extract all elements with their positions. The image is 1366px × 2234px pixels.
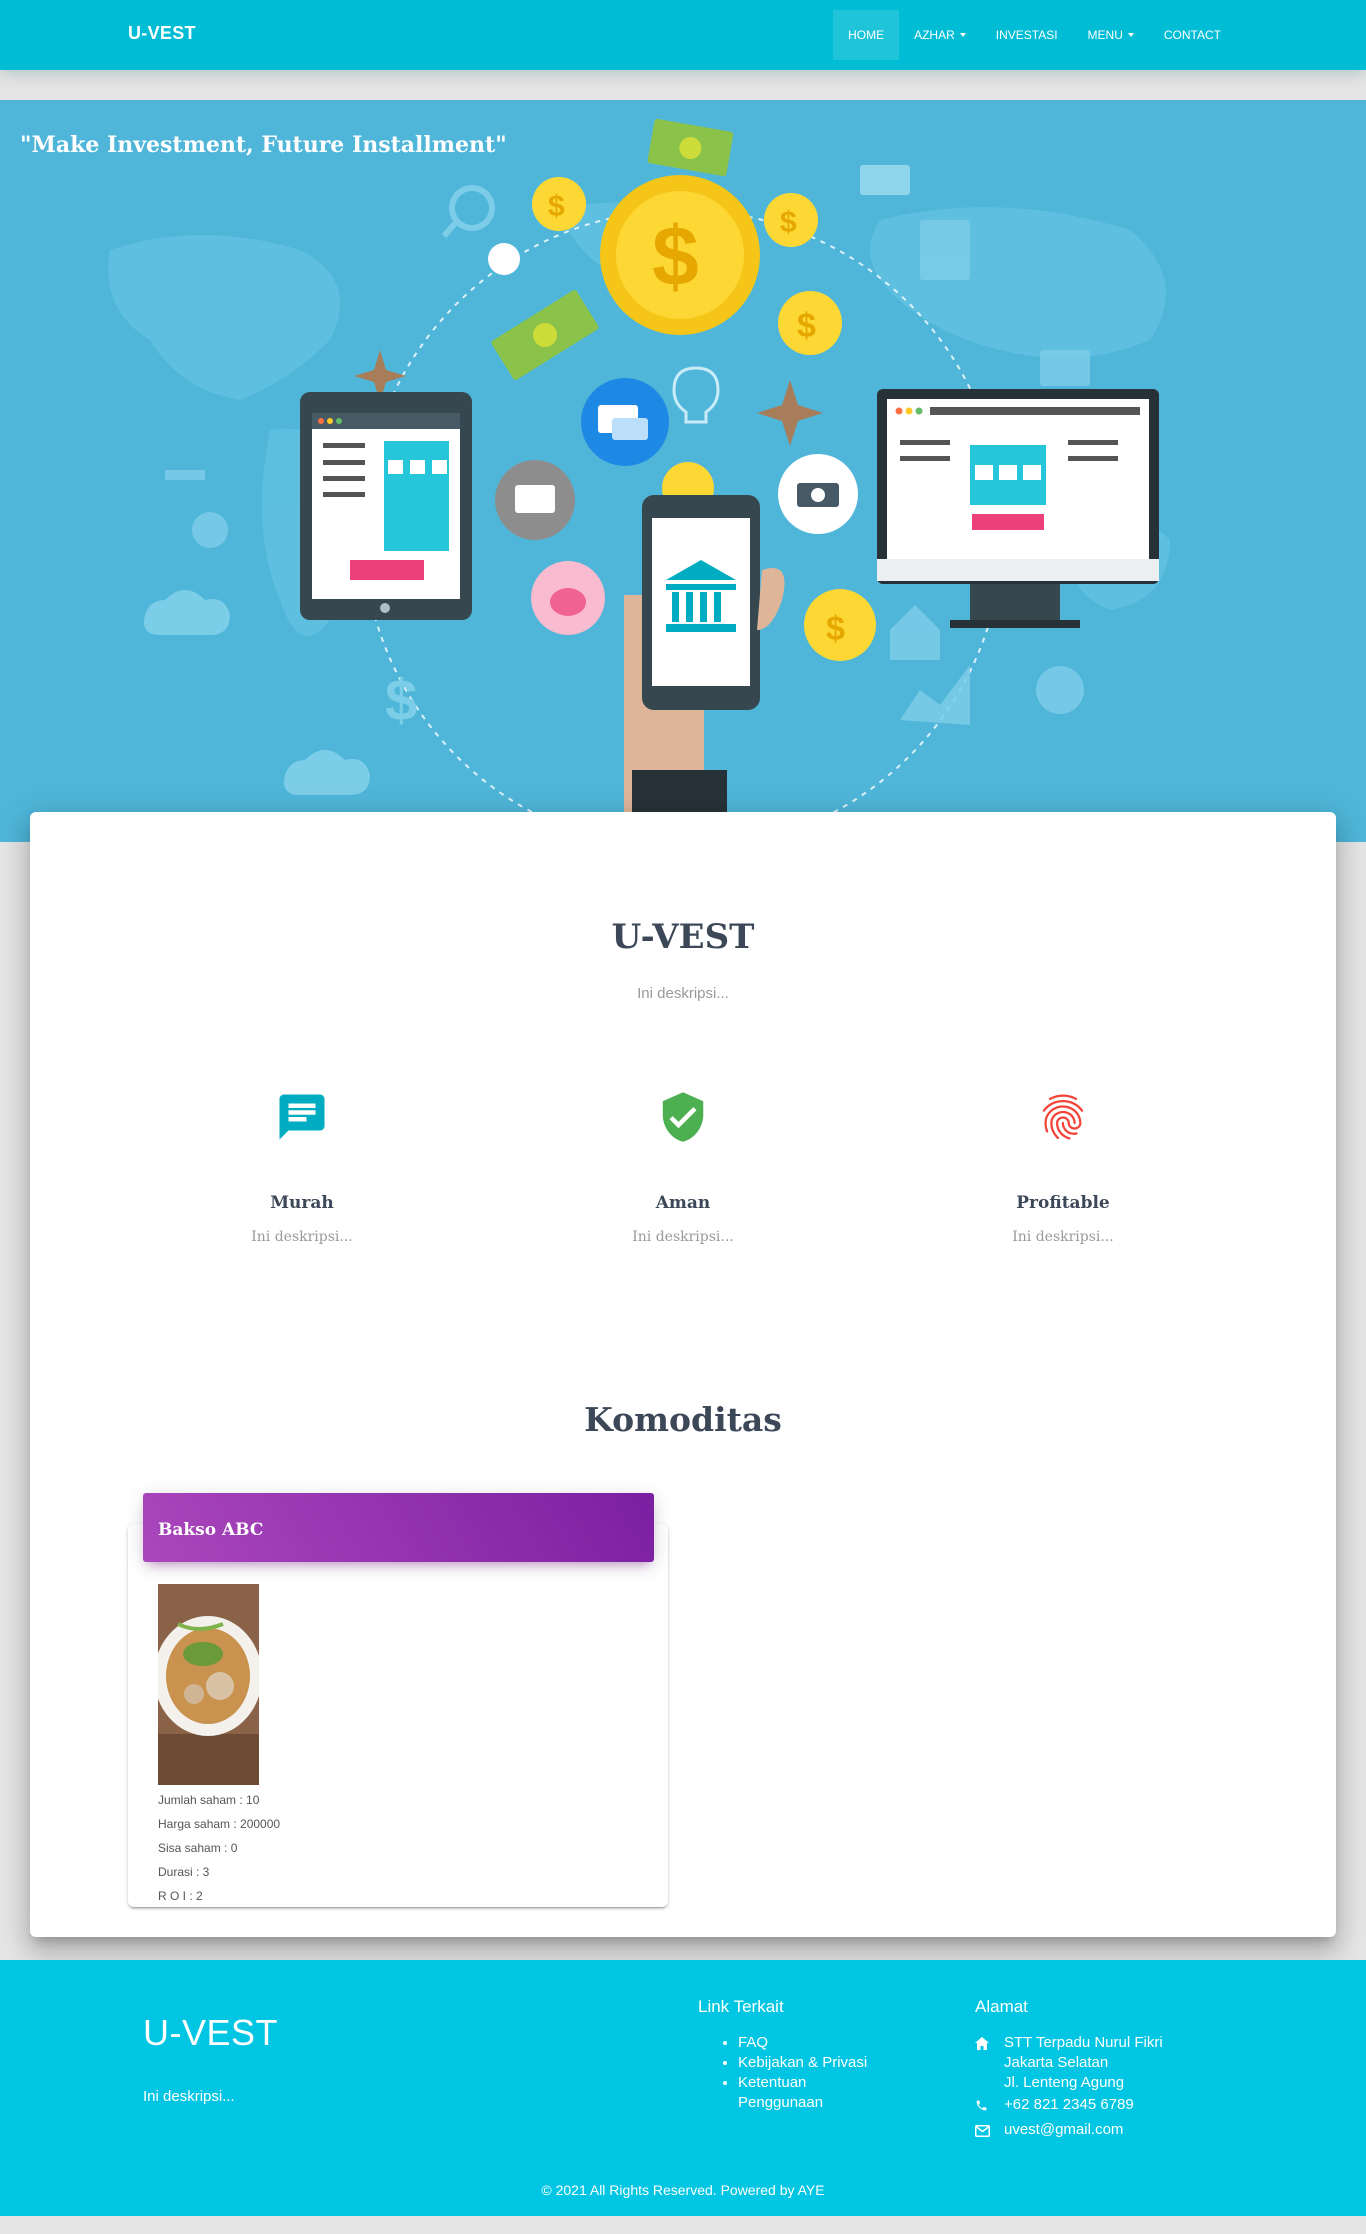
chat-icon (272, 1087, 332, 1147)
product-detail-durasi: Durasi : 3 (158, 1865, 210, 1879)
caret-down-icon (1127, 33, 1134, 37)
hero-banner: "Make Investment, Future Installment" $ (0, 100, 1366, 842)
product-detail-roi: R O I : 2 (158, 1889, 203, 1903)
footer-address: STT Terpadu Nurul Fikri Jakarta Selatan … (975, 2033, 1163, 2143)
nav-item-home[interactable]: HOME (833, 10, 900, 60)
feature-profitable: Profitable Ini deskripsi... (933, 1087, 1193, 1245)
feature-aman: Aman Ini deskripsi... (553, 1087, 813, 1245)
svg-text:$: $ (780, 206, 797, 239)
address-line: Jakarta Selatan (1004, 2054, 1109, 2071)
footer-brand: U-VEST (143, 2012, 279, 2053)
footer-email[interactable]: uvest@gmail.com (1004, 2120, 1123, 2143)
address-line: STT Terpadu Nurul Fikri (1004, 2034, 1163, 2051)
svg-text:$: $ (826, 610, 845, 648)
feature-title: Murah (270, 1193, 334, 1213)
product-details: Jumlah saham : 10 Harga saham : 200000 S… (158, 1788, 280, 1908)
nav-menu: HOME AZHAR INVESTASI MENU CONTACT (833, 10, 1236, 60)
home-icon (975, 2033, 1004, 2093)
nav-item-contact[interactable]: CONTACT (1149, 10, 1236, 60)
navbar: U-VEST HOME AZHAR INVESTASI MENU CONTACT (0, 0, 1366, 70)
nav-item-azhar[interactable]: AZHAR (899, 10, 981, 60)
product-detail-harga-saham: Harga saham : 200000 (158, 1817, 281, 1831)
feature-title: Profitable (1016, 1193, 1110, 1213)
feature-description: Ini deskripsi... (1012, 1229, 1114, 1245)
svg-text:$: $ (797, 307, 816, 345)
product-detail-jumlah-saham: Jumlah saham : 10 (158, 1793, 260, 1807)
main-title: U-VEST (611, 917, 755, 957)
footer-phone[interactable]: +62 821 2345 6789 (1004, 2095, 1134, 2118)
feature-title: Aman (655, 1193, 711, 1213)
footer: U-VEST Ini deskripsi... Link Terkait FAQ… (0, 1960, 1366, 2216)
footer-link-privacy[interactable]: Kebijakan & Privasi (738, 2053, 870, 2073)
caret-down-icon (959, 33, 966, 37)
komoditas-title: Komoditas (584, 1400, 782, 1439)
product-name: Bakso ABC (158, 1520, 264, 1540)
envelope-icon (975, 2120, 1004, 2143)
investment-illustration: $ $ $ $ $ $ (108, 118, 1170, 842)
svg-text:$: $ (652, 209, 699, 303)
product-image (158, 1584, 259, 1785)
main-content-card: U-VEST Ini deskripsi... Murah Ini deskri… (30, 812, 1336, 1937)
footer-description: Ini deskripsi... (143, 2088, 235, 2105)
footer-links-title: Link Terkait (698, 1997, 784, 2016)
main-description: Ini deskripsi... (637, 985, 729, 1002)
feature-description: Ini deskripsi... (632, 1229, 734, 1245)
feature-murah: Murah Ini deskripsi... (172, 1087, 432, 1245)
nav-item-menu[interactable]: MENU (1073, 10, 1149, 60)
feature-description: Ini deskripsi... (251, 1229, 353, 1245)
footer-link-faq[interactable]: FAQ (738, 2033, 870, 2053)
nav-item-investasi[interactable]: INVESTASI (981, 10, 1073, 60)
svg-text:$: $ (385, 668, 417, 733)
footer-link-terms[interactable]: Ketentuan Penggunaan (738, 2073, 870, 2113)
footer-address-title: Alamat (975, 1997, 1028, 2016)
phone-icon (975, 2095, 1004, 2118)
svg-text:$: $ (548, 190, 565, 223)
footer-links: FAQ Kebijakan & Privasi Ketentuan Penggu… (720, 2033, 870, 2113)
product-card[interactable]: Bakso ABC Jumlah saham : 10 Harga saham … (128, 1493, 668, 1908)
product-card-header: Bakso ABC (143, 1493, 654, 1562)
address-line: Jl. Lenteng Agung (1004, 2074, 1125, 2091)
hero-quote: "Make Investment, Future Installment" (20, 132, 507, 158)
fingerprint-icon (1033, 1087, 1093, 1147)
navbar-brand[interactable]: U-VEST (128, 23, 196, 44)
verified-shield-icon (653, 1087, 713, 1147)
footer-copyright: © 2021 All Rights Reserved. Powered by A… (541, 2182, 825, 2198)
product-detail-sisa-saham: Sisa saham : 0 (158, 1841, 238, 1855)
